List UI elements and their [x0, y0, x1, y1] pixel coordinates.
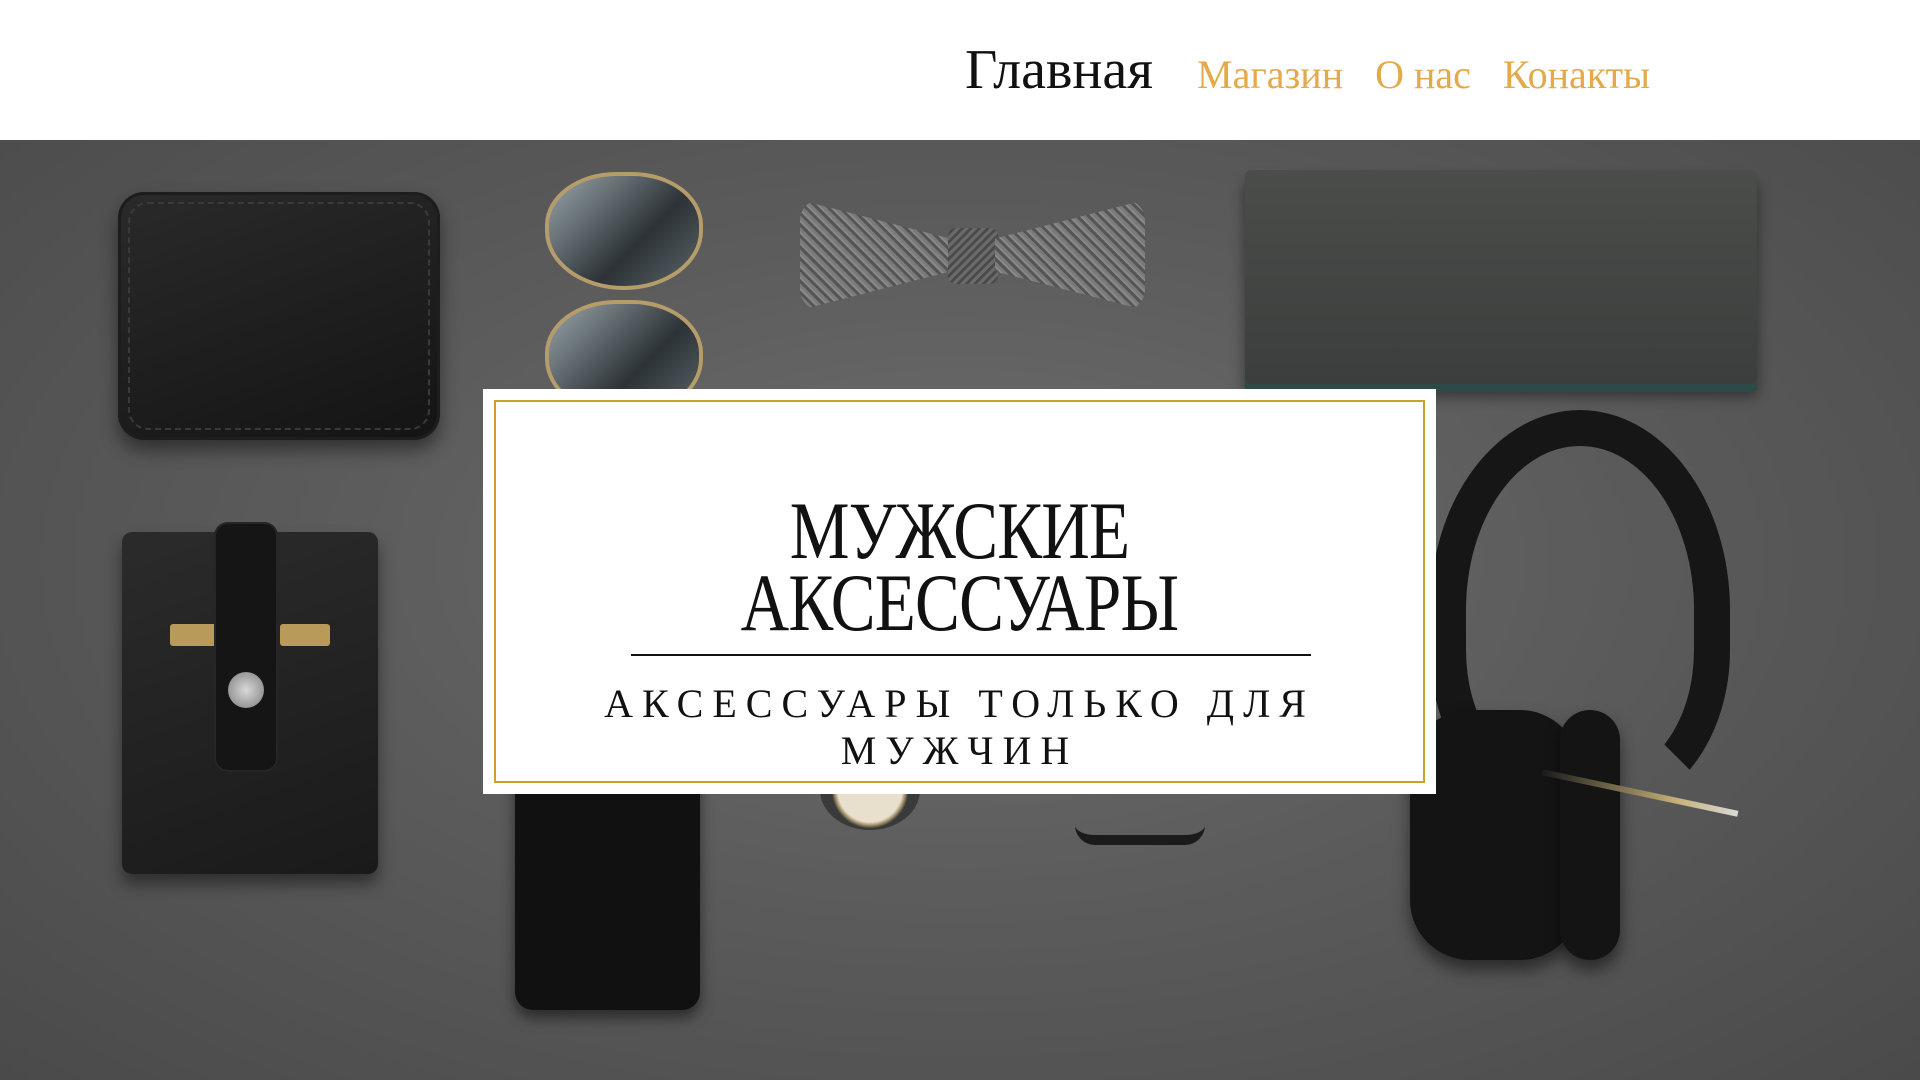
title-divider	[631, 654, 1311, 656]
notebook-image	[1245, 170, 1757, 384]
headphones-image	[1410, 410, 1770, 970]
site-header: Главная Магазин О нас Конакты	[0, 0, 1920, 140]
bowtie-image	[800, 190, 1145, 320]
nav-contacts-link[interactable]: Конакты	[1503, 51, 1650, 98]
hero-title: МУЖСКИЕ АКСЕССУАРЫ	[579, 490, 1339, 648]
nav-shop-link[interactable]: Магазин	[1197, 51, 1343, 98]
nav-home-link[interactable]: Главная	[965, 38, 1153, 102]
wallet-image	[118, 192, 440, 440]
sunglasses-image	[545, 172, 705, 418]
cardholder-image	[122, 522, 378, 874]
main-nav: Главная Магазин О нас Конакты	[965, 38, 1682, 102]
hero-banner: МУЖСКИЕ АКСЕССУАРЫ АКСЕССУАРЫ ТОЛЬКО ДЛЯ…	[0, 140, 1920, 1080]
nav-about-link[interactable]: О нас	[1375, 51, 1471, 98]
hero-title-frame: МУЖСКИЕ АКСЕССУАРЫ АКСЕССУАРЫ ТОЛЬКО ДЛЯ…	[494, 400, 1425, 783]
hero-title-card: МУЖСКИЕ АКСЕССУАРЫ АКСЕССУАРЫ ТОЛЬКО ДЛЯ…	[483, 389, 1436, 794]
hero-subtitle: АКСЕССУАРЫ ТОЛЬКО ДЛЯ МУЖЧИН	[604, 681, 1315, 773]
hero-title-line2: АКСЕССУАРЫ	[740, 557, 1179, 648]
